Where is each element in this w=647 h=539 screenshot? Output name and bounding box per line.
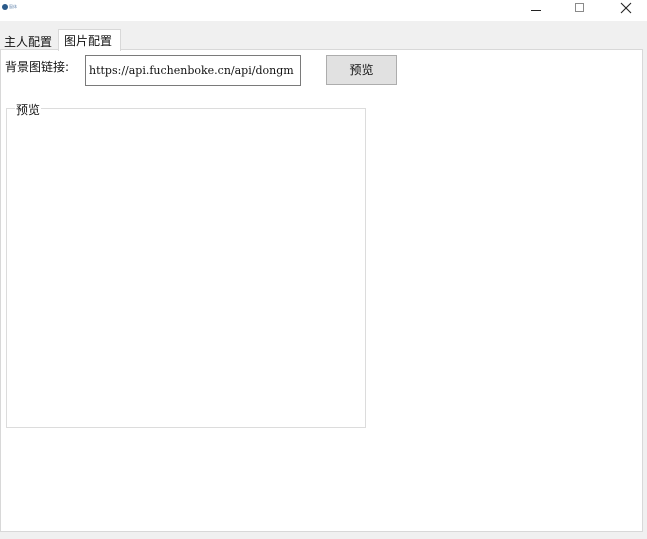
app-icon xyxy=(2,4,8,10)
bg-url-label: 背景图链接: xyxy=(5,60,70,74)
tab-strip: 主人配置 图片配置 xyxy=(0,21,647,51)
title-bar[interactable]: 窗体 xyxy=(0,0,647,21)
close-icon xyxy=(620,2,632,14)
preview-button[interactable]: 预览 xyxy=(326,55,397,85)
tab-image-config[interactable]: 图片配置 xyxy=(58,29,121,51)
app-window: 窗体 主人配置 图片配置 背景图链接: https://api.fuchenbo… xyxy=(0,0,647,539)
close-button[interactable] xyxy=(602,0,647,21)
preview-group-title: 预览 xyxy=(15,101,42,118)
preview-groupbox: 预览 xyxy=(6,101,366,428)
window-title: 窗体 xyxy=(9,4,17,9)
minimize-icon xyxy=(531,10,541,11)
bg-url-input[interactable]: https://api.fuchenboke.cn/api/dongm xyxy=(85,55,301,86)
tab-owner-config[interactable]: 主人配置 xyxy=(2,31,58,49)
image-config-panel: 背景图链接: https://api.fuchenboke.cn/api/don… xyxy=(0,49,643,532)
maximize-icon xyxy=(575,3,584,12)
client-area: 主人配置 图片配置 背景图链接: https://api.fuchenboke.… xyxy=(0,21,647,539)
minimize-button[interactable] xyxy=(513,0,559,21)
maximize-button[interactable] xyxy=(557,0,603,21)
